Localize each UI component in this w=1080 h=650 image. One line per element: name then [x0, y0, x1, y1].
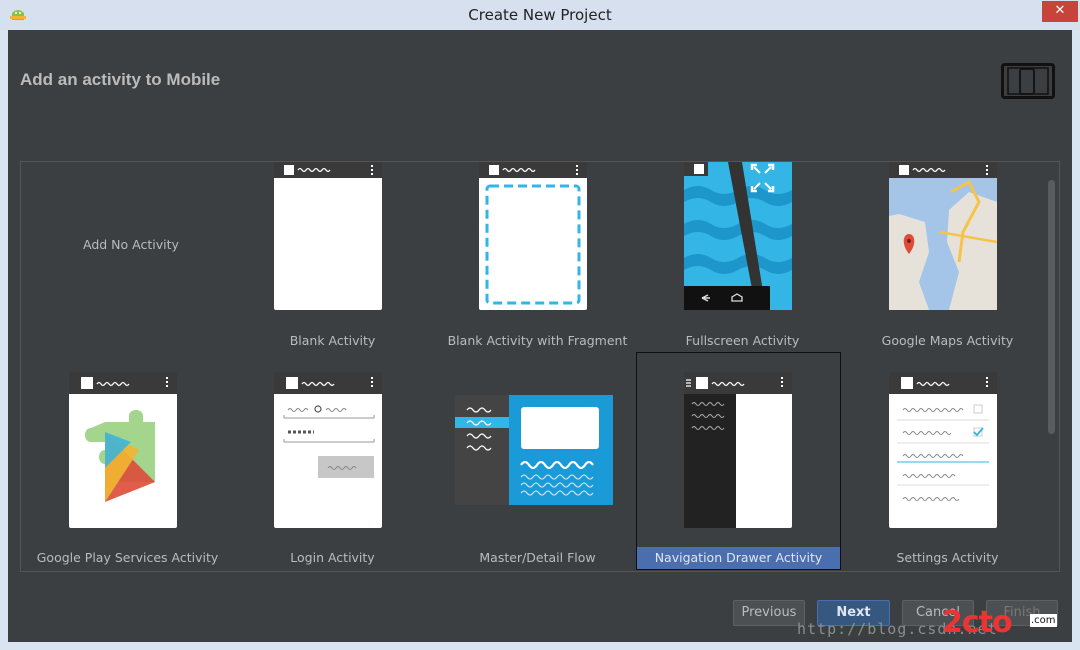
phone-tablet-icon [1001, 63, 1055, 99]
window-title: Create New Project [468, 6, 612, 24]
nav-drawer-preview-icon [684, 372, 792, 528]
activity-gallery: Add No Activity Blank Activity Blank Act… [20, 161, 1060, 572]
tile-google-play-services-activity[interactable]: Google Play Services Activity [25, 362, 230, 571]
login-preview-icon [274, 372, 382, 528]
blank-fragment-preview-icon [479, 162, 587, 310]
tile-fullscreen-activity[interactable]: Fullscreen Activity [640, 162, 845, 379]
tile-label: Blank Activity [289, 333, 376, 348]
watermark-logo: 2cto [942, 605, 1013, 640]
tile-blank-activity-fragment[interactable]: Blank Activity with Fragment [435, 162, 640, 379]
tile-label: Login Activity [290, 550, 375, 565]
tile-blank-activity[interactable]: Blank Activity [230, 162, 435, 379]
tile-master-detail-flow[interactable]: Master/Detail Flow [435, 362, 640, 571]
title-bar: Create New Project ✕ [0, 0, 1080, 30]
tile-label: Settings Activity [896, 550, 999, 565]
previous-button[interactable]: Previous [733, 600, 805, 626]
tile-login-activity[interactable]: Login Activity [230, 362, 435, 571]
close-button[interactable]: ✕ [1042, 1, 1078, 22]
tile-label: Fullscreen Activity [685, 333, 800, 348]
gallery-scrollbar[interactable] [1048, 180, 1055, 434]
watermark-sub: .com [1030, 614, 1057, 627]
master-detail-preview-icon [455, 395, 613, 505]
blank-activity-preview-icon [274, 162, 382, 310]
tile-label: Master/Detail Flow [479, 550, 596, 565]
tile-add-no-activity[interactable]: Add No Activity [25, 162, 230, 379]
dialog-window: Create New Project ✕ Add an activity to … [0, 0, 1080, 650]
settings-preview-icon [889, 372, 997, 528]
tile-label: Blank Activity with Fragment [447, 333, 628, 348]
page-title: Add an activity to Mobile [20, 70, 221, 89]
tile-navigation-drawer-activity[interactable]: Navigation Drawer Activity [636, 352, 841, 570]
maps-preview-icon [889, 162, 998, 310]
tile-label: Google Maps Activity [881, 333, 1014, 348]
content-area: Add an activity to Mobile Add No Activit… [8, 30, 1072, 642]
tile-label: Navigation Drawer Activity [637, 547, 840, 569]
tile-google-maps-activity[interactable]: Google Maps Activity [845, 162, 1050, 379]
tile-label: Add No Activity [83, 237, 179, 252]
play-services-preview-icon [69, 372, 177, 528]
tile-settings-activity[interactable]: Settings Activity [845, 362, 1050, 571]
page-header: Add an activity to Mobile [8, 30, 1072, 160]
fullscreen-preview-icon [684, 162, 792, 310]
tile-label: Google Play Services Activity [36, 550, 219, 565]
